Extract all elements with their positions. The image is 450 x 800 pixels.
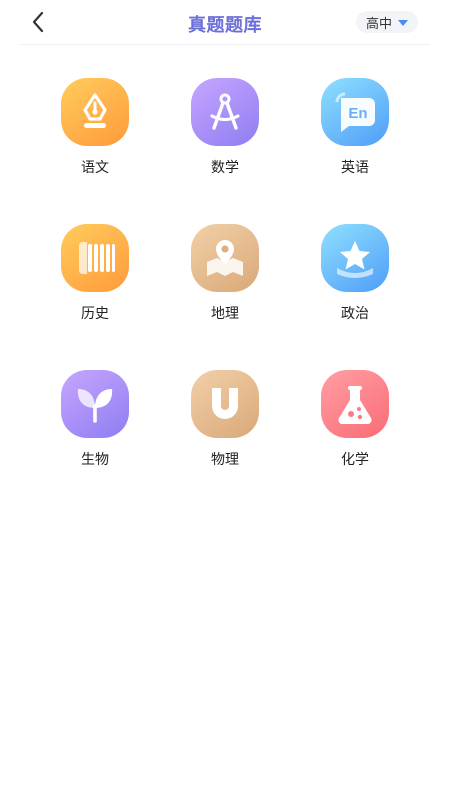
subject-chinese[interactable]: 语文 — [50, 78, 140, 177]
subject-tile — [61, 78, 129, 146]
subject-math[interactable]: 数学 — [180, 78, 270, 177]
subject-tile: En — [321, 78, 389, 146]
subject-label: 英语 — [341, 160, 369, 176]
subject-tile — [191, 224, 259, 292]
subject-english[interactable]: En 英语 — [310, 78, 400, 177]
header: 真题题库 高中 — [0, 0, 450, 44]
subject-tile — [191, 78, 259, 146]
header-divider — [20, 44, 430, 45]
subject-tile — [61, 224, 129, 292]
compass-icon — [210, 93, 240, 130]
subject-tile — [191, 370, 259, 438]
star-icon — [337, 241, 373, 278]
subject-label: 语文 — [81, 160, 109, 176]
subject-physics[interactable]: 物理 — [180, 370, 270, 469]
scroll-icon — [79, 242, 115, 274]
flask-icon — [338, 386, 372, 425]
pen-nib-icon — [83, 93, 107, 128]
magnet-icon — [212, 388, 238, 419]
subject-label: 数学 — [211, 160, 239, 176]
subject-history[interactable]: 历史 — [50, 224, 140, 323]
subject-tile — [321, 224, 389, 292]
subject-tile — [321, 370, 389, 438]
subject-label: 物理 — [211, 452, 239, 468]
caret-down-icon — [398, 20, 408, 26]
subject-label: 地理 — [211, 306, 239, 322]
en-speech-bubble-icon: En — [335, 92, 375, 132]
level-dropdown-value: 高中 — [365, 16, 392, 32]
level-dropdown[interactable]: 高中 — [355, 11, 418, 33]
subject-chemistry[interactable]: 化学 — [310, 370, 400, 469]
subject-label: 化学 — [341, 452, 369, 468]
subject-geography[interactable]: 地理 — [180, 224, 270, 323]
subject-biology[interactable]: 生物 — [50, 370, 140, 469]
map-pin-icon — [207, 240, 243, 276]
subject-label: 历史 — [81, 306, 109, 322]
subject-label: 政治 — [341, 306, 369, 322]
subject-politics[interactable]: 政治 — [310, 224, 400, 323]
subject-label: 生物 — [81, 452, 109, 468]
svg-text:En: En — [348, 105, 367, 122]
sprout-icon — [77, 389, 113, 423]
subject-tile — [61, 370, 129, 438]
